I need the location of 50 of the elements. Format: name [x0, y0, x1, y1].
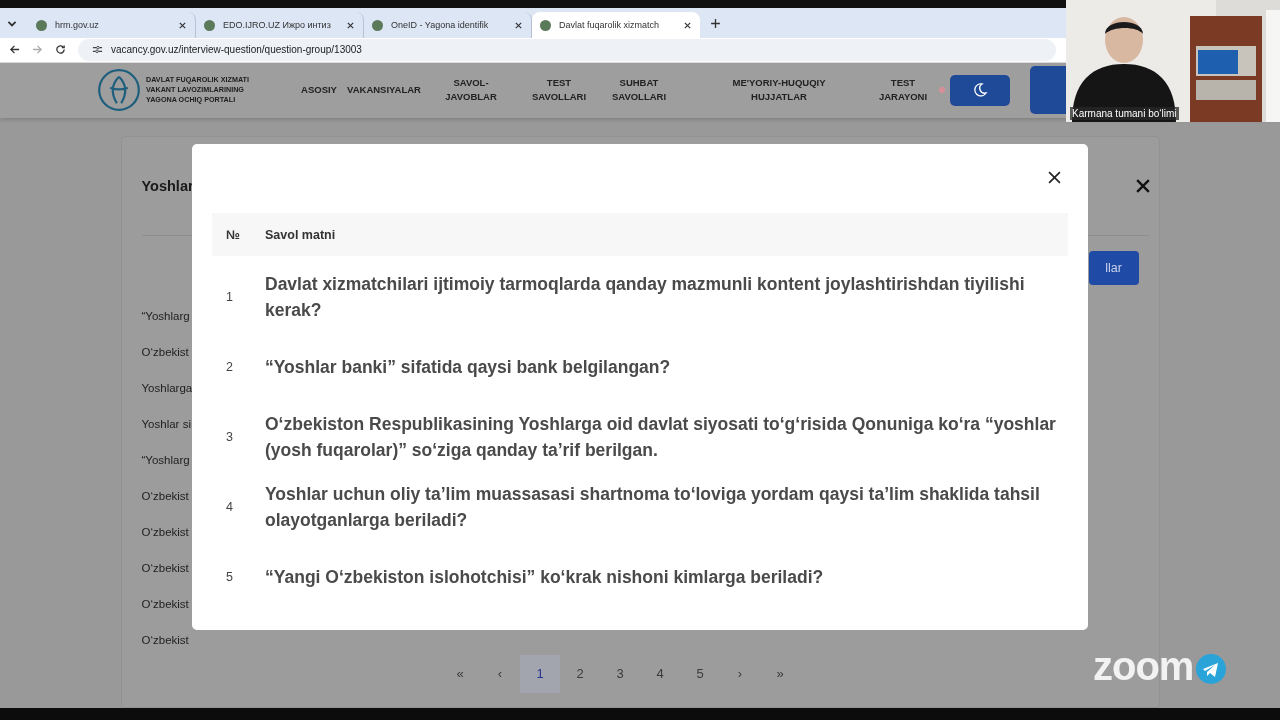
page-button[interactable]: «	[440, 654, 480, 693]
row-number: 5	[225, 570, 234, 584]
nav-link[interactable]: TEST SAVOLLARI	[519, 76, 599, 105]
paper-plane-icon	[1196, 654, 1227, 684]
page-button[interactable]: 3	[600, 654, 640, 693]
row-number: 4	[225, 500, 234, 514]
close-icon[interactable]	[1048, 171, 1061, 184]
nav-link[interactable]: ME'YORIY-HUQUQIY HUJJATLAR	[679, 76, 879, 105]
close-icon[interactable]	[178, 20, 187, 30]
question-text: Yoshlar uchun oliy ta’lim muassasasi shartnoma to‘loviga yordam qaysi ta’lim shaklida tahsil olayotganlarga beriladi?	[265, 483, 1041, 532]
browser-tab[interactable]: Davlat fuqarolik xizmatch	[532, 12, 700, 39]
question-item[interactable]: O‘zbekist	[141, 631, 197, 648]
nav-link[interactable]: SUHBAT SAVOLLARI	[599, 76, 679, 105]
page-button[interactable]: 4	[640, 654, 680, 693]
status-dot	[939, 87, 945, 94]
column-header: Savol matni	[265, 227, 337, 242]
row-number: 3	[225, 430, 234, 444]
nav-link[interactable]: ASOSIY	[293, 83, 345, 98]
column-header: №	[225, 227, 241, 242]
new-tab-icon[interactable]	[710, 17, 721, 29]
back-icon[interactable]	[9, 44, 20, 56]
close-icon[interactable]	[683, 20, 692, 30]
page-button[interactable]: ‹	[480, 654, 520, 693]
question-text: “Yangi O‘zbekiston islohotchisi” ko‘krak nishoni kimlarga beriladi?	[265, 566, 825, 589]
site-settings-icon[interactable]	[92, 44, 103, 56]
page-button[interactable]: 2	[560, 654, 600, 693]
row-number: 2	[225, 360, 234, 374]
row-number: 1	[225, 290, 234, 304]
address-field[interactable]: vacancy.gov.uz/interview-question/question-group/13003	[78, 38, 1056, 61]
question-text: O‘zbekiston Respublikasining Yoshlarga oid davlat siyosati to‘g‘risida Qonuniga ko‘ra “yoshlar (yosh fuqarolar)” so‘ziga qanday ta’rif berilgan.	[265, 413, 1057, 462]
close-icon[interactable]	[1135, 178, 1150, 193]
close-icon[interactable]	[346, 20, 355, 30]
nav-link[interactable]: SAVOL- JAVOBLAR	[423, 76, 519, 105]
question-text: “Yoshlar banki” sifatida qaysi bank belgilangan?	[265, 356, 672, 379]
card-title: Yoshlar	[141, 177, 194, 194]
moon-icon	[972, 82, 988, 99]
action-button[interactable]: llar	[1088, 250, 1139, 285]
close-icon[interactable]	[514, 20, 523, 30]
nav-link[interactable]: TEST JARAYONI	[879, 76, 927, 105]
page-button[interactable]: »	[760, 654, 800, 693]
dark-mode-button[interactable]	[950, 74, 1010, 106]
zoom-logo: zoom	[1093, 646, 1194, 686]
page-button[interactable]: 5	[680, 654, 720, 693]
participant-name: Karmana tumani bo‘limi	[1070, 107, 1179, 120]
nav-link[interactable]: VAKANSIYALAR	[345, 83, 423, 98]
reload-icon[interactable]	[55, 44, 66, 56]
question-text: Davlat xizmatchilari ijtimoiy tarmoqlarda qanday mazmunli kontent joylashtirishdan tiyilishi kerak?	[265, 273, 1026, 322]
page-button[interactable]: ›	[720, 654, 760, 693]
emblem-icon[interactable]	[97, 68, 141, 113]
page-button[interactable]: 1	[520, 654, 560, 693]
